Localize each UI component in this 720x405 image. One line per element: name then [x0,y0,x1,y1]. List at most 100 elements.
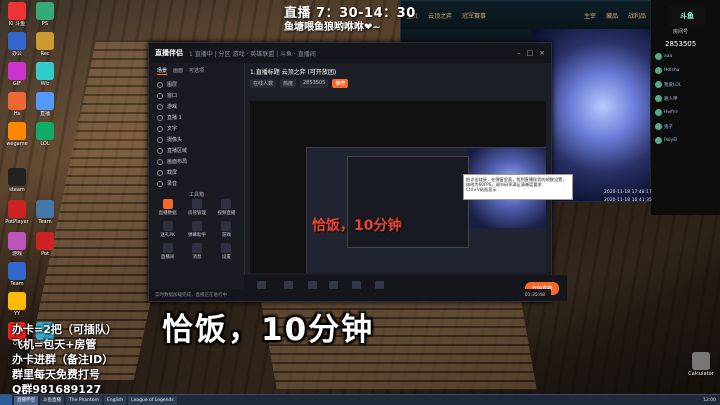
client-nav-r2[interactable]: 藏品 [601,11,623,20]
chat-username: 我爱LOL [664,82,682,88]
taskbar-item[interactable]: English [103,395,127,405]
promo-line: 办卡进群（备注ID） [12,353,114,366]
eye-icon[interactable] [157,125,163,132]
eye-icon[interactable] [157,103,163,110]
desktop-icon[interactable]: Team [2,262,32,287]
tool-item[interactable]: 送礼PK [153,221,182,238]
tool-icon [221,199,232,209]
tool-label: 视频直播 [217,211,236,216]
chat-item[interactable]: Hwfrrr [655,108,717,117]
taskbar-item-label: The Phantom [69,397,99,403]
app-icon [8,232,26,250]
desktop-icon[interactable]: 直播 [30,92,60,117]
tool-item[interactable]: 弹幕助手 [182,221,211,238]
tool-item[interactable]: 游戏 [212,221,241,238]
tool-item[interactable]: 消息 [182,243,211,260]
desktop-icon-label: 游戏 [11,251,22,257]
app-brand: 直播伴侣 [155,49,183,57]
tool-icon [191,199,202,209]
chat-username: Hdlsha [664,68,680,73]
chat-item[interactable]: 路人甲 [655,94,717,103]
maximize-icon[interactable]: □ [527,49,534,57]
eye-icon[interactable] [157,158,163,165]
source-item[interactable]: 截屏 [149,167,244,178]
taskbar-item[interactable]: 直播伴侣 [14,395,38,405]
chip-heat: 热度 [280,79,297,88]
eye-icon[interactable] [157,92,163,99]
source-item[interactable]: 窗口 [149,90,244,101]
eye-icon[interactable] [157,136,163,143]
desktop-icon[interactable]: Team [30,200,60,225]
desktop-icon[interactable]: GIF [2,62,32,87]
source-item[interactable]: 录音 [149,178,244,189]
tool-item[interactable]: 直播数据 [153,199,182,216]
big-caption: 恰饭，10分钟 [162,312,375,348]
eye-icon[interactable] [157,114,163,121]
desktop-icon[interactable]: PotPlayer [2,200,32,225]
eye-icon[interactable] [157,180,163,187]
desktop-icon[interactable]: Hs [2,92,32,117]
date-stamp: 2020-11-18 16:41:35 [604,198,652,203]
tray-clock[interactable]: 12:00 [703,398,716,403]
app-icon [36,2,54,20]
source-item[interactable]: 游戏 [149,101,244,112]
source-item[interactable]: 直播区域 [149,145,244,156]
source-item[interactable]: 图层 [149,79,244,90]
chat-username: 兔子 [664,124,673,130]
tool-item[interactable]: 视频直播 [212,199,241,216]
avatar [655,137,662,144]
source-item[interactable]: 摄像头 [149,134,244,145]
chat-item[interactable]: 我爱LOL [655,80,717,89]
source-label: 窗口 [167,93,178,99]
tab-scene[interactable]: 场景 [157,67,168,75]
tool-item[interactable]: 房管管理 [182,199,211,216]
minimize-icon[interactable]: – [517,49,521,57]
app-sidebar: 场景 画面 可选项 图层 窗口 游戏 直播 1 文字 摄像头 直播区域 画面布局 截屏 录音 工具… [149,63,245,301]
source-item[interactable]: 画面布局 [149,156,244,167]
client-nav-tft[interactable]: 云顶之弈 [423,11,457,20]
taskbar: 直播伴侣 斗鱼直播 The Phantom English League of Lege… [0,394,720,405]
eye-icon[interactable] [157,169,163,176]
desktop-icon[interactable]: Ki 斗鱼 [2,2,32,27]
chat-item[interactable]: 兔子 [655,122,717,131]
tool-item[interactable]: 直播间 [153,243,182,260]
promo-line: 群里每天免费打号 [12,368,100,381]
desktop-icon[interactable]: Wiz [30,62,60,87]
chat-item[interactable]: Hdlsha [655,66,717,75]
taskbar-item[interactable]: The Phantom [66,395,102,405]
desktop-icon[interactable]: Rec [30,32,60,57]
desktop-icon[interactable]: 办公 [2,32,32,57]
chip-recommend[interactable]: 推荐 [332,79,349,88]
desktop-icon[interactable]: wegame [2,122,32,147]
close-icon[interactable]: × [539,49,545,57]
client-nav-r1[interactable]: 主宰 [579,11,601,20]
tab-view[interactable]: 画面 [173,67,183,75]
desktop-icon[interactable]: steam [2,168,32,193]
tool-label: 游戏 [221,233,231,238]
desktop-icon[interactable]: LOL [30,122,60,147]
desktop-icon[interactable]: 游戏 [2,232,32,257]
streaming-app-window[interactable]: 直播伴侣 1 直播中 | 分区 游戏 · 英雄联盟 | 斗鱼 · 直播间 – □… [148,42,567,302]
eye-icon[interactable] [157,81,163,88]
chat-item[interactable]: PolyEl [655,136,717,145]
desktop-icon[interactable]: PS [30,2,60,27]
desktop-icon-label: Team [38,219,52,225]
app-icon [8,168,26,186]
desktop-icon[interactable]: YY [2,292,32,317]
source-label: 图层 [167,82,178,88]
chat-item[interactable]: aaa [655,52,717,61]
source-item[interactable]: 直播 1 [149,112,244,123]
taskbar-item[interactable]: 斗鱼直播 [40,395,64,405]
stream-title[interactable]: 1.直播标题 云顶之弈 (可开放团) [250,67,545,76]
tab-options[interactable]: 可选项 [189,67,204,75]
toolbar-icon [375,280,384,289]
taskbar-item[interactable]: League of Legends [128,395,177,405]
desktop-icon[interactable]: Calculator [686,352,716,377]
client-nav-champ[interactable]: 冠军赛事 [457,11,491,20]
source-item[interactable]: 文字 [149,123,244,134]
eye-icon[interactable] [157,147,163,154]
client-nav-r3[interactable]: 战利品 [623,11,651,20]
tool-item[interactable]: 设置 [212,243,241,260]
taskbar-item-label: League of Legends [131,397,174,403]
desktop-icon[interactable]: Pot [30,232,60,257]
